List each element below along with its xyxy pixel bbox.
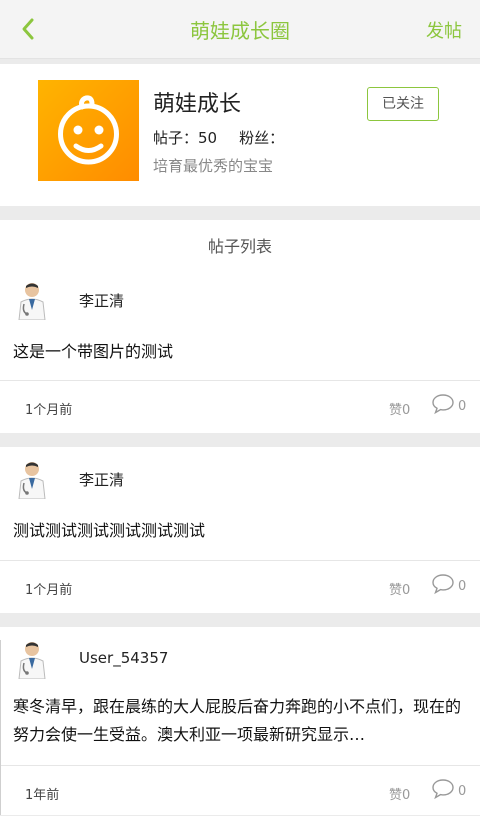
follow-button[interactable]: 已关注 [367, 87, 439, 121]
author-name[interactable]: User_54357 [79, 649, 168, 667]
new-post-button[interactable]: 发帖 [426, 17, 462, 43]
doctor-avatar-icon [18, 283, 46, 321]
post-content: 寒冬清早，跟在晨练的大人屁股后奋力奔跑的小不点们，现在的努力会使一生受益。澳大利… [13, 697, 462, 744]
post-footer: 1个月前 赞0 0 [0, 560, 480, 611]
author-name[interactable]: 李正清 [79, 469, 124, 490]
post-count: 帖子：50 [153, 129, 218, 147]
post-footer: 1个月前 赞0 0 [0, 380, 480, 431]
author-name[interactable]: 李正清 [79, 290, 124, 311]
baby-face-icon [58, 95, 119, 165]
post-item[interactable]: 李正清 这是一个带图片的测试 1个月前 赞0 0 [0, 268, 480, 433]
top-bar: 萌娃成长圈 发帖 [0, 0, 480, 59]
like-button[interactable]: 赞0 [389, 399, 410, 418]
group-logo [38, 80, 139, 181]
post-time: 1年前 [25, 788, 60, 803]
avatar[interactable] [13, 280, 51, 321]
comment-count: 0 [458, 399, 467, 414]
page-title: 萌娃成长圈 [190, 19, 290, 43]
comment-count: 0 [458, 579, 467, 594]
comment-count: 0 [458, 784, 467, 799]
comment-icon[interactable] [431, 778, 455, 800]
post-item[interactable]: 李正清 测试测试测试测试测试测试 1个月前 赞0 0 [0, 447, 480, 613]
group-stats: 帖子：50 粉丝： [153, 127, 284, 148]
comment-icon[interactable] [431, 573, 455, 595]
post-item[interactable]: User_54357 寒冬清早，跟在晨练的大人屁股后奋力奔跑的小不点们，现在的努… [0, 627, 480, 815]
fan-count: 粉丝： [239, 129, 285, 147]
like-button[interactable]: 赞0 [389, 784, 410, 803]
post-time: 1个月前 [25, 403, 73, 418]
group-name: 萌娃成长 [153, 92, 242, 117]
avatar[interactable] [13, 639, 51, 680]
comment-icon[interactable] [431, 393, 455, 415]
group-info-card: 萌娃成长 帖子：50 粉丝： 培育最优秀的宝宝 已关注 [0, 64, 480, 206]
scroll-edge-divider [0, 640, 4, 815]
post-time: 1个月前 [25, 583, 73, 598]
doctor-avatar-icon [18, 462, 46, 500]
like-button[interactable]: 赞0 [389, 579, 410, 598]
post-list-header: 帖子列表 [0, 220, 480, 268]
post-content: 这是一个带图片的测试 [13, 342, 174, 361]
post-footer: 1年前 赞0 0 [0, 765, 480, 816]
group-description: 培育最优秀的宝宝 [153, 157, 274, 175]
doctor-avatar-icon [18, 642, 46, 680]
avatar[interactable] [13, 459, 51, 500]
post-content: 测试测试测试测试测试测试 [13, 521, 206, 540]
